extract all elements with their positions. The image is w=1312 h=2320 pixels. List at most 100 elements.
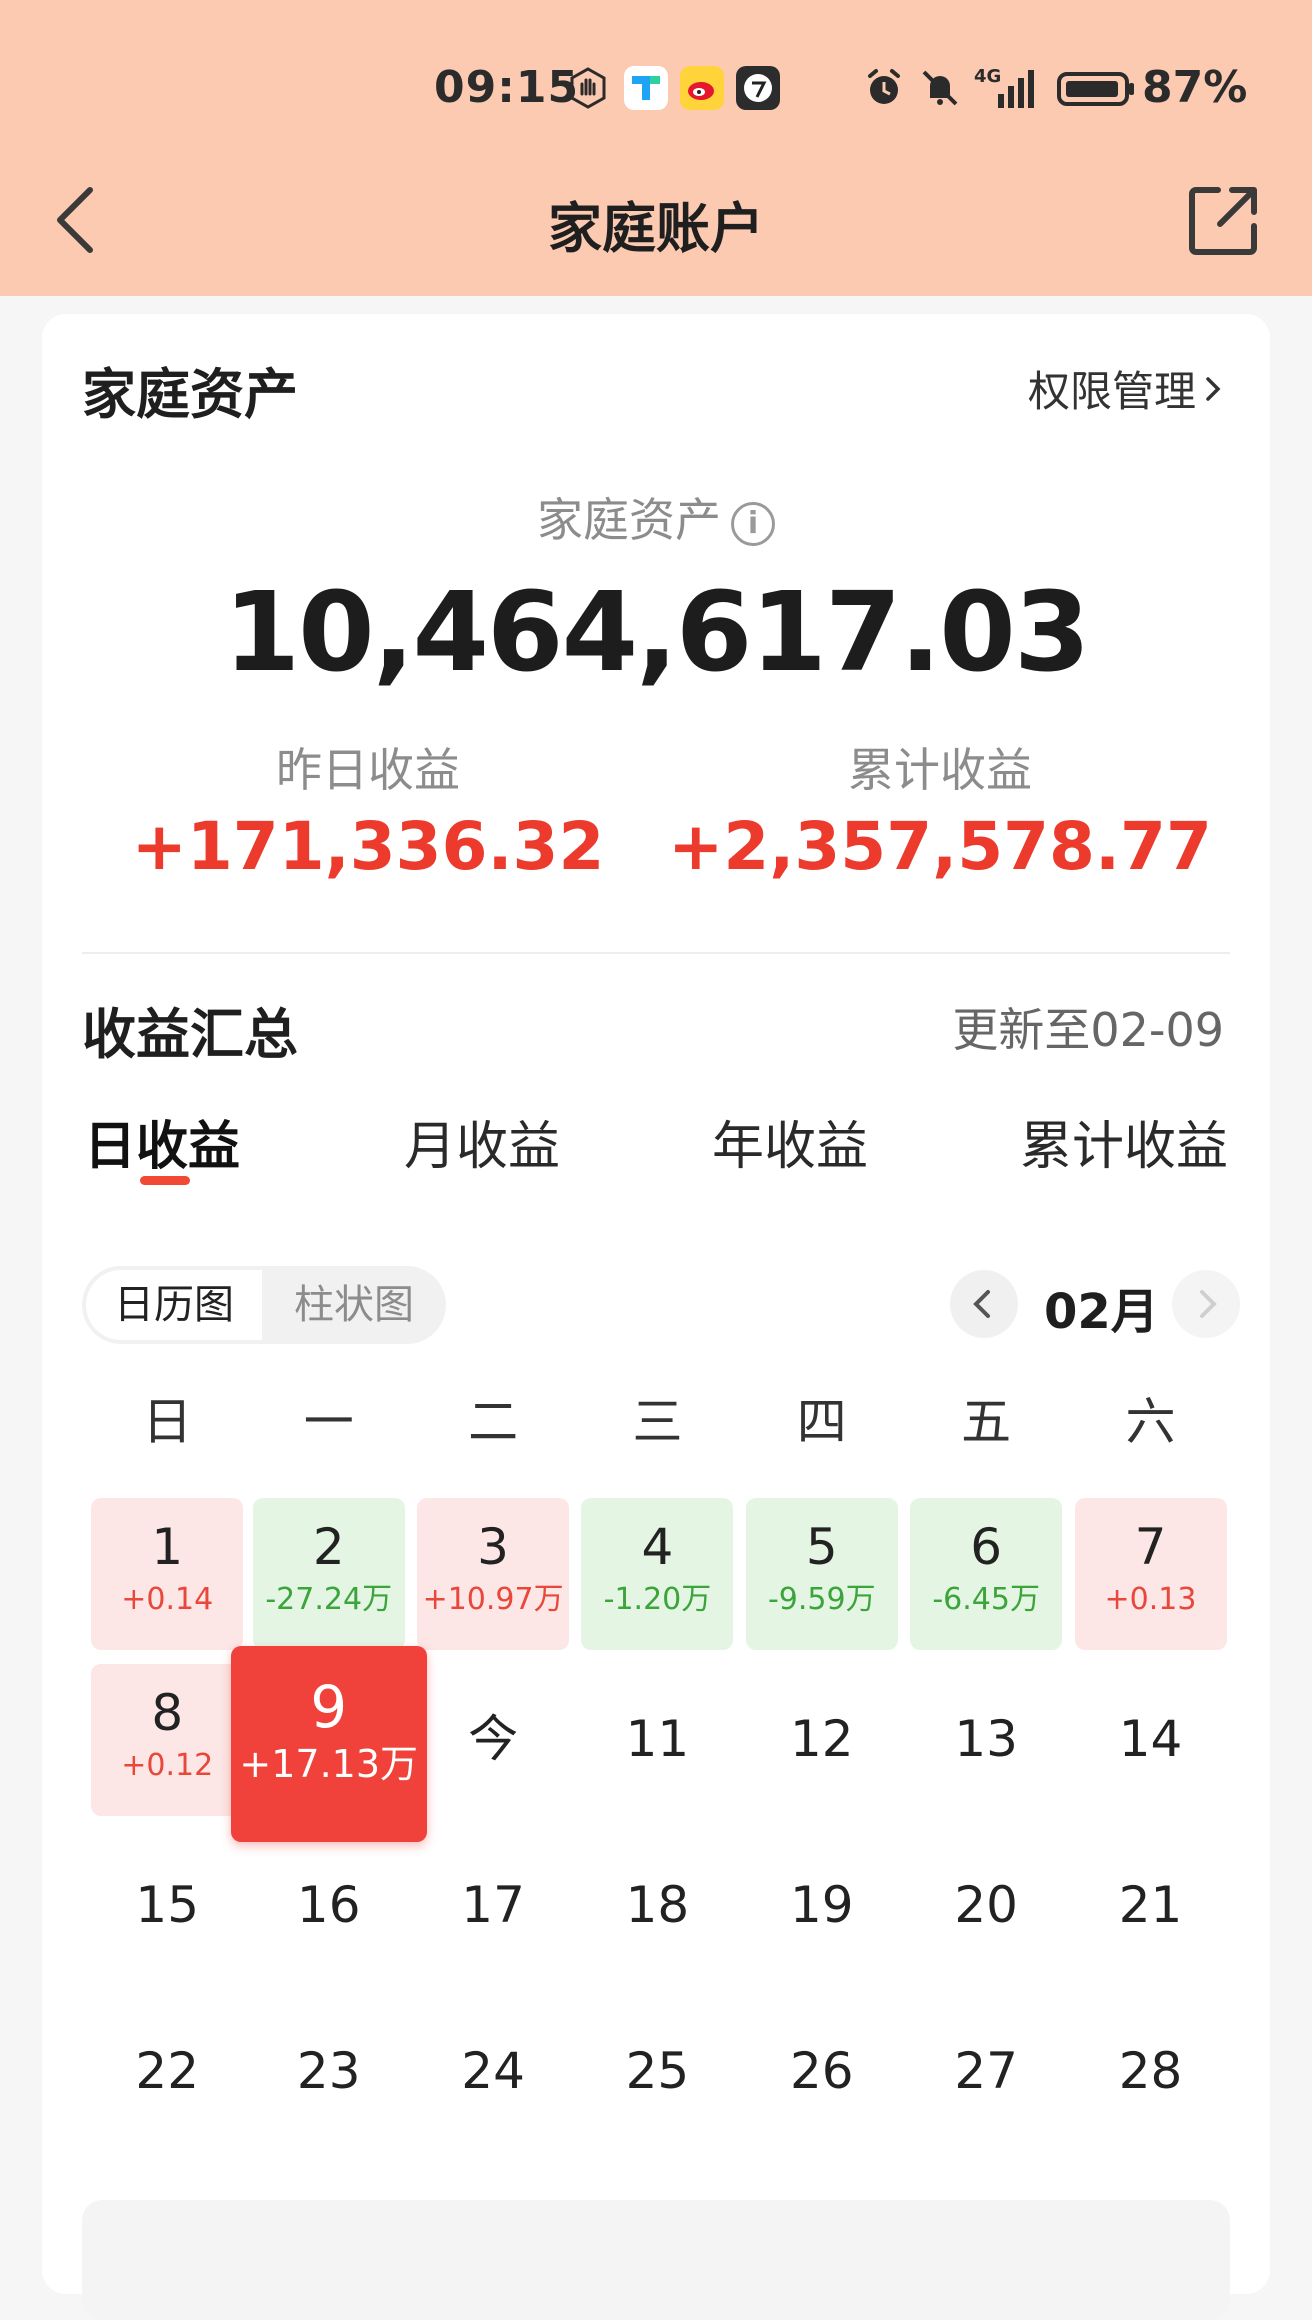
bottom-summary-box xyxy=(82,2200,1230,2320)
earnings-section-title: 收益汇总 xyxy=(82,1003,298,1066)
calendar-day[interactable]: 6 -6.45万 xyxy=(910,1498,1063,1650)
yesterday-earnings-label: 昨日收益 xyxy=(276,743,460,797)
day-number: 4 xyxy=(641,1518,674,1576)
nav-bar: 家庭账户 xyxy=(0,170,1312,270)
day-number: 3 xyxy=(477,1518,509,1576)
day-number: 22 xyxy=(135,2042,200,2100)
calendar-day[interactable]: 26 xyxy=(746,1996,898,2148)
tab-monthly[interactable]: 月收益 xyxy=(404,1104,560,1179)
calendar-day[interactable]: 12 xyxy=(746,1664,898,1816)
day-number: 24 xyxy=(461,2042,525,2100)
view-toggle: 日历图 柱状图 xyxy=(82,1266,446,1344)
day-number: 今 xyxy=(468,1710,519,1768)
battery-icon xyxy=(1056,66,1136,110)
app-header: 09:15 4G 87% 家庭账户 xyxy=(0,0,1312,296)
calendar-day[interactable]: 13 xyxy=(910,1664,1062,1816)
day-number: 8 xyxy=(151,1684,184,1742)
calendar-day[interactable]: 24 xyxy=(417,1996,569,2148)
calendar-day[interactable]: 17 xyxy=(417,1830,569,1982)
asset-label: 家庭资产 xyxy=(537,493,721,547)
calendar-day[interactable]: 今 xyxy=(417,1664,569,1816)
permission-link[interactable]: 权限管理 xyxy=(1028,358,1224,419)
weekday-label: 六 xyxy=(1125,1393,1176,1451)
calendar-day[interactable]: 9 +17.13万 xyxy=(230,1646,427,1842)
day-number: 21 xyxy=(1118,1876,1183,1934)
divider xyxy=(82,952,1230,954)
day-number: 14 xyxy=(1118,1710,1183,1768)
next-month-button[interactable] xyxy=(1172,1270,1240,1338)
info-icon[interactable]: i xyxy=(731,501,775,546)
day-number: 26 xyxy=(789,2042,854,2100)
day-number: 20 xyxy=(954,1876,1018,1934)
calendar-day[interactable]: 27 xyxy=(910,1996,1062,2148)
calendar-day[interactable]: 19 xyxy=(746,1830,898,1982)
calendar-day[interactable]: 8 +0.12 xyxy=(91,1664,244,1816)
weekday-label: 一 xyxy=(303,1393,354,1451)
day-earning: -1.20万 xyxy=(603,1582,712,1617)
calendar-day[interactable]: 22 xyxy=(91,1996,243,2148)
day-number: 16 xyxy=(296,1876,361,1934)
day-earning: -27.24万 xyxy=(265,1582,393,1617)
day-number: 15 xyxy=(135,1876,200,1934)
calendar-day[interactable]: 23 xyxy=(253,1996,405,2148)
calendar-day[interactable]: 15 xyxy=(91,1830,243,1982)
day-earning: +0.14 xyxy=(121,1582,214,1617)
day-number: 19 xyxy=(789,1876,854,1934)
calendar-day[interactable]: 4 -1.20万 xyxy=(581,1498,734,1650)
day-number: 9 xyxy=(310,1673,348,1741)
tab-cumulative[interactable]: 累计收益 xyxy=(1020,1104,1228,1179)
tab-daily[interactable]: 日收益 xyxy=(84,1104,240,1179)
calendar-day[interactable]: 20 xyxy=(910,1830,1062,1982)
app-icon xyxy=(736,66,780,110)
status-bar: 09:15 4G 87% xyxy=(0,58,1312,122)
day-earning: +0.12 xyxy=(121,1748,214,1783)
chevron-right-icon xyxy=(1200,1290,1217,1318)
month-label: 02月 xyxy=(1044,1284,1159,1340)
bar-view-option[interactable]: 柱状图 xyxy=(262,1266,446,1344)
calendar-day[interactable]: 14 xyxy=(1075,1664,1227,1816)
month-navigator: 02月 xyxy=(950,1262,1240,1346)
permission-link-label: 权限管理 xyxy=(1027,367,1196,416)
calendar-day[interactable]: 21 xyxy=(1075,1830,1227,1982)
day-number: 17 xyxy=(461,1876,525,1934)
weekday-label: 日 xyxy=(142,1393,193,1451)
calendar-day[interactable]: 1 +0.14 xyxy=(91,1498,244,1650)
share-icon xyxy=(1189,187,1257,255)
calendar-day[interactable]: 18 xyxy=(581,1830,733,1982)
weekday-label: 四 xyxy=(796,1393,847,1451)
day-number: 23 xyxy=(296,2042,361,2100)
day-number: 6 xyxy=(970,1518,1003,1576)
day-number: 25 xyxy=(625,2042,690,2100)
calendar-day[interactable]: 3 +10.97万 xyxy=(417,1498,570,1650)
day-number: 1 xyxy=(151,1518,184,1576)
day-earning: +17.13万 xyxy=(239,1742,419,1786)
day-number: 12 xyxy=(789,1710,854,1768)
signal-label: 4G xyxy=(974,66,1001,87)
page-title: 家庭账户 xyxy=(548,197,764,260)
day-number: 5 xyxy=(805,1518,838,1576)
day-number: 18 xyxy=(625,1876,690,1934)
day-number: 2 xyxy=(312,1518,345,1576)
calendar-view-option[interactable]: 日历图 xyxy=(86,1270,262,1340)
prev-month-button[interactable] xyxy=(950,1270,1018,1338)
day-number: 28 xyxy=(1118,2042,1183,2100)
calendar-day[interactable]: 7 +0.13 xyxy=(1074,1498,1227,1650)
calendar-day[interactable]: 25 xyxy=(581,1996,733,2148)
day-earning: -9.59万 xyxy=(767,1582,876,1617)
tab-yearly[interactable]: 年收益 xyxy=(712,1104,868,1179)
calendar-day[interactable]: 16 xyxy=(253,1830,405,1982)
status-time: 09:15 xyxy=(434,62,580,113)
family-assets-card: 家庭资产 权限管理 家庭资产 i 10,464,617.03 昨日收益 +171,… xyxy=(42,314,1270,2320)
calendar-day[interactable]: 2 -27.24万 xyxy=(252,1498,405,1650)
assets-section-title: 家庭资产 xyxy=(82,363,298,426)
yesterday-earnings-value: +171,336.32 xyxy=(131,808,605,885)
day-number: 11 xyxy=(625,1710,690,1768)
weekday-label: 二 xyxy=(468,1393,519,1451)
calendar-day[interactable]: 28 xyxy=(1075,1996,1227,2148)
chevron-right-icon xyxy=(1206,376,1221,401)
total-earnings-value: +2,357,578.77 xyxy=(668,808,1212,885)
share-button[interactable] xyxy=(1186,182,1262,258)
signal-icon: 4G xyxy=(972,66,1040,110)
calendar-day[interactable]: 5 -9.59万 xyxy=(745,1498,898,1650)
calendar-day[interactable]: 11 xyxy=(581,1664,733,1816)
